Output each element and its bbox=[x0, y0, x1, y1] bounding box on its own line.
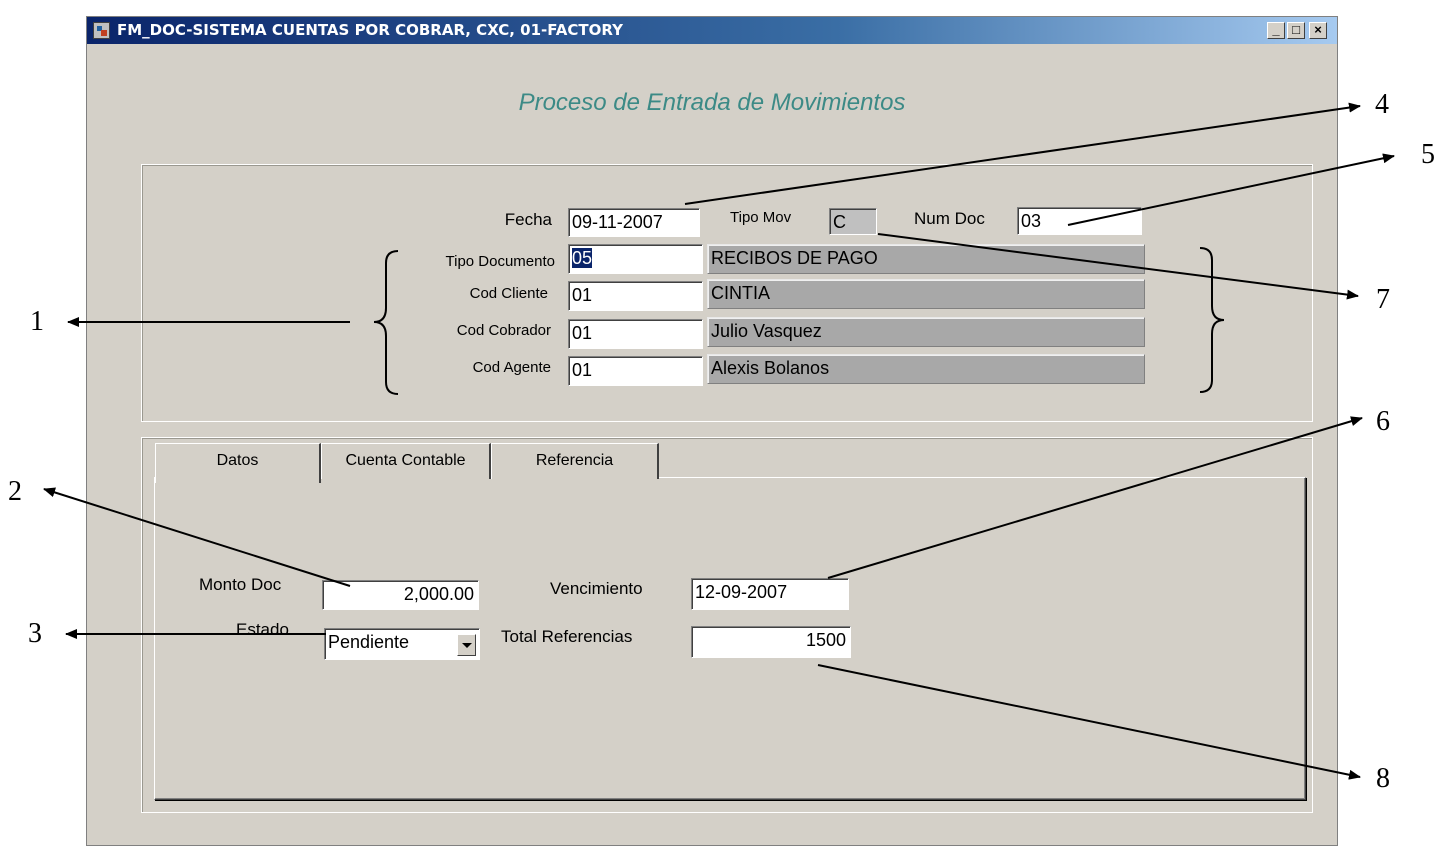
callout-7: 7 bbox=[1376, 284, 1390, 315]
callout-4: 4 bbox=[1375, 89, 1389, 120]
tab-datos[interactable]: Datos bbox=[155, 443, 321, 483]
arrow-4 bbox=[684, 102, 1361, 205]
callout-2: 2 bbox=[8, 476, 22, 507]
callout-1: 1 bbox=[30, 306, 44, 337]
arrow-6 bbox=[827, 416, 1363, 579]
annotation-overlay bbox=[43, 102, 1395, 780]
arrow-5 bbox=[1067, 153, 1395, 226]
left-brace bbox=[373, 250, 399, 395]
arrow-2 bbox=[43, 487, 351, 587]
arrow-7 bbox=[877, 233, 1359, 300]
callout-3: 3 bbox=[28, 618, 42, 649]
callout-5: 5 bbox=[1421, 139, 1435, 170]
callout-8: 8 bbox=[1376, 763, 1390, 794]
callout-6: 6 bbox=[1376, 406, 1390, 437]
arrow-8 bbox=[817, 664, 1361, 780]
right-brace bbox=[1199, 247, 1225, 393]
